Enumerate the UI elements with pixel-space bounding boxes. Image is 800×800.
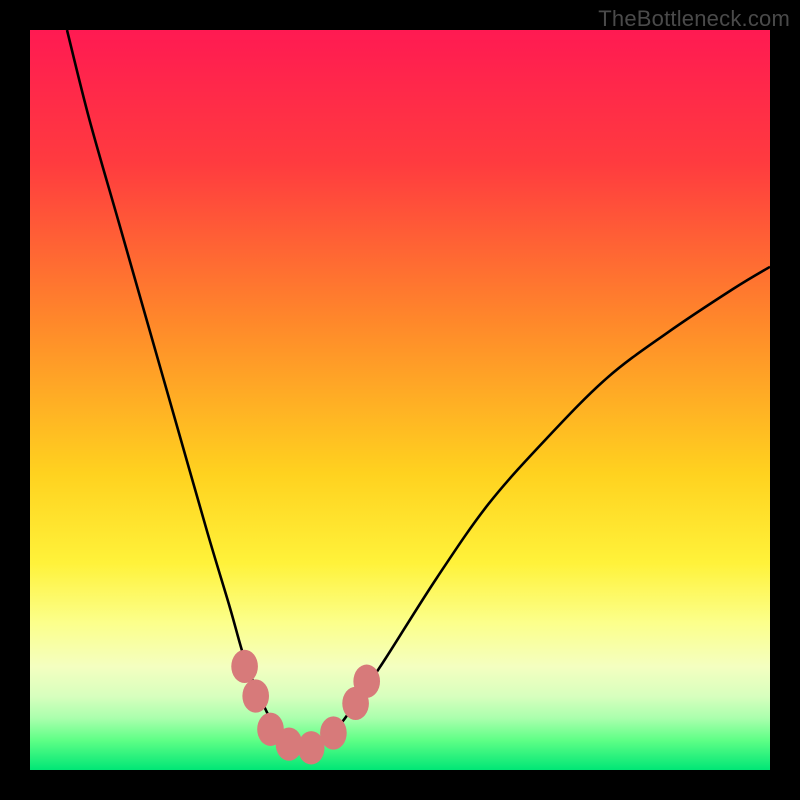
watermark-text: TheBottleneck.com <box>598 6 790 32</box>
chart-frame: TheBottleneck.com <box>0 0 800 800</box>
gradient-background <box>30 30 770 770</box>
point-left-1 <box>231 650 258 683</box>
point-left-2 <box>242 679 269 712</box>
bottleneck-chart <box>30 30 770 770</box>
point-bottom-3 <box>320 716 347 749</box>
point-right-2 <box>353 665 380 698</box>
